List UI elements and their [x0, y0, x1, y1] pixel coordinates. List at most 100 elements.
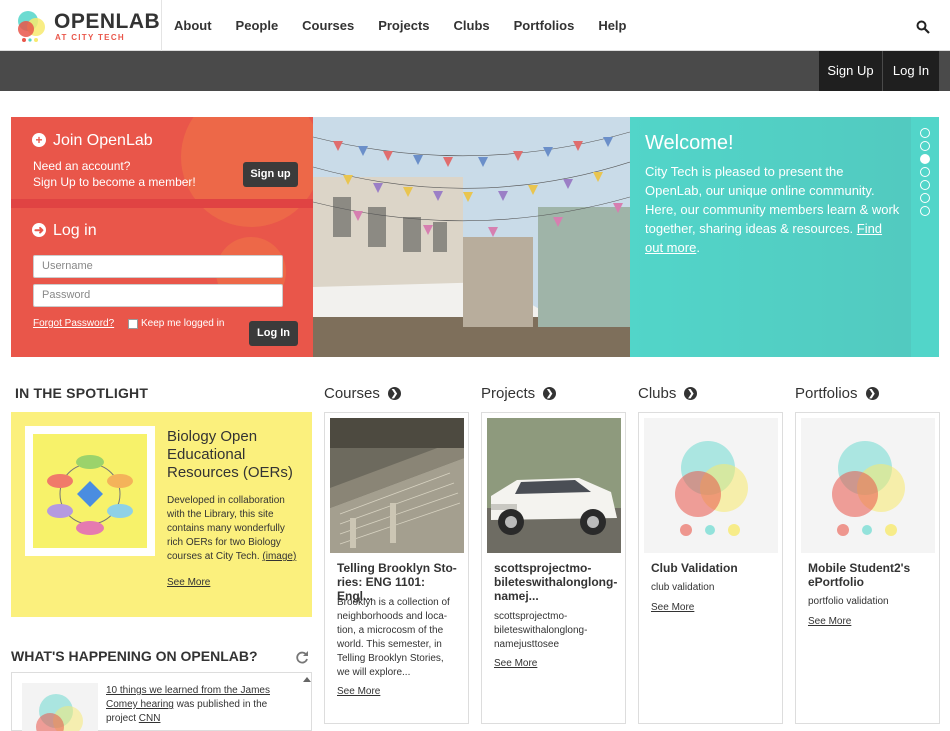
scroll-up-arrow[interactable] — [303, 677, 311, 682]
portfolio-title[interactable]: Mobile Student2's ePortfolio — [808, 561, 930, 589]
spotlight-image-link[interactable]: (image) — [262, 551, 296, 562]
welcome-panel: Welcome! City Tech is pleased to present… — [630, 117, 911, 357]
slider-pagination — [911, 117, 939, 357]
white-car-image — [487, 418, 621, 553]
portfolios-heading[interactable]: Portfolios ❯ — [795, 385, 879, 402]
slide-dot-3[interactable] — [920, 154, 930, 164]
chevron-right-icon: ❯ — [543, 387, 557, 400]
slide-dot-4[interactable] — [920, 167, 930, 177]
courses-heading[interactable]: Courses ❯ — [324, 385, 401, 402]
portfolio-description: portfolio validation — [808, 596, 889, 607]
panel-divider — [11, 199, 313, 208]
keep-logged-in-checkbox[interactable] — [128, 318, 138, 329]
portfolio-see-more-link[interactable]: See More — [808, 616, 851, 627]
openlab-logo[interactable]: OPENLAB AT CITY TECH — [14, 8, 164, 44]
spotlight-title[interactable]: Biology Open Educational Resources (OERs… — [167, 428, 307, 482]
refresh-icon[interactable] — [295, 650, 309, 664]
keep-logged-in[interactable]: Keep me logged in — [128, 318, 224, 329]
project-description: scottsprojectmo­bileteswithalonglong­nam… — [494, 611, 588, 650]
happening-heading: WHAT'S HAPPENING ON OPENLAB? — [11, 648, 258, 664]
city-model-image — [330, 418, 464, 553]
courses-heading-label: Courses — [324, 385, 380, 402]
nav-clubs[interactable]: Clubs — [442, 0, 502, 51]
forgot-password-link[interactable]: Forgot Password? — [33, 318, 114, 329]
logo-bubbles-icon — [18, 11, 45, 42]
club-see-more-link[interactable]: See More — [651, 602, 694, 613]
bubbles-avatar-icon — [36, 694, 83, 731]
clubs-heading[interactable]: Clubs ❯ — [638, 385, 698, 402]
login-heading: ➜ Log in — [32, 222, 97, 240]
club-title[interactable]: Club Validation — [651, 561, 773, 575]
nav-about[interactable]: About — [162, 0, 224, 51]
bubbles-placeholder-icon — [801, 418, 935, 553]
join-line-2: Sign Up to become a member! — [33, 175, 196, 189]
club-image[interactable] — [644, 418, 778, 553]
scientific-method-diagram-image — [33, 434, 147, 548]
join-heading: + Join OpenLab — [32, 132, 153, 150]
street-scene-image — [313, 117, 630, 357]
join-description: Need an account? Sign Up to become a mem… — [33, 158, 223, 190]
portfolios-heading-label: Portfolios — [795, 385, 858, 402]
course-description: Brooklyn is a collection of neighborhood… — [337, 597, 450, 678]
join-title-text: Join OpenLab — [53, 132, 153, 149]
spotlight-see-more-link[interactable]: See More — [167, 577, 210, 588]
chevron-right-icon: ❯ — [865, 387, 879, 400]
club-description: club validation — [651, 582, 715, 593]
keep-logged-in-label: Keep me logged in — [141, 318, 225, 329]
password-input[interactable]: Password — [33, 284, 283, 307]
slide-dot-5[interactable] — [920, 180, 930, 190]
welcome-text: City Tech is pleased to present the Open… — [645, 164, 900, 255]
slide-dot-6[interactable] — [920, 193, 930, 203]
sign-up-button[interactable]: Sign up — [243, 162, 298, 187]
activity-thumbnail[interactable] — [22, 683, 98, 731]
project-card: scottsprojectmo­bileteswithalonglong­nam… — [481, 412, 626, 724]
join-login-panel: + Join OpenLab Need an account? Sign Up t… — [11, 117, 313, 357]
login-title-text: Log in — [53, 222, 97, 239]
activity-project-link[interactable]: CNN — [139, 713, 161, 724]
spotlight-image[interactable] — [25, 426, 155, 556]
account-bar: Sign Up Log In — [0, 51, 950, 91]
club-card: Club Validation club validation See More — [638, 412, 783, 724]
slide-dot-2[interactable] — [920, 141, 930, 151]
slide-dot-7[interactable] — [920, 206, 930, 216]
welcome-title: Welcome! — [645, 132, 734, 154]
log-in-button[interactable]: Log In — [249, 321, 298, 346]
logo-name: OPENLAB — [54, 10, 161, 33]
logo-subtitle: AT CITY TECH — [55, 33, 125, 42]
nav-courses[interactable]: Courses — [290, 0, 366, 51]
nav-people[interactable]: People — [224, 0, 291, 51]
portfolio-card: Mobile Student2's ePortfolio portfolio v… — [795, 412, 940, 724]
search-icon[interactable] — [916, 20, 930, 34]
bubbles-placeholder-icon — [644, 418, 778, 553]
nav-portfolios[interactable]: Portfolios — [502, 0, 587, 51]
plus-icon: + — [32, 133, 46, 147]
spotlight-card: Biology Open Educational Resources (OERs… — [11, 412, 312, 617]
spotlight-heading: IN THE SPOTLIGHT — [15, 385, 149, 401]
activity-text: 10 things we learned from the James Come… — [106, 684, 291, 726]
projects-heading-label: Projects — [481, 385, 536, 402]
spotlight-description: Developed in collaboration with the Libr… — [167, 494, 302, 564]
main-menu: About People Courses Projects Clubs Port… — [162, 0, 638, 51]
activity-feed: 10 things we learned from the James Come… — [11, 672, 312, 731]
course-card: Telling Brooklyn Sto­ries: ENG 1101: Eng… — [324, 412, 469, 724]
portfolio-image[interactable] — [801, 418, 935, 553]
slide-dot-1[interactable] — [920, 128, 930, 138]
course-image[interactable] — [330, 418, 464, 553]
nav-projects[interactable]: Projects — [366, 0, 441, 51]
join-line-1: Need an account? — [33, 159, 131, 173]
chevron-right-icon: ❯ — [684, 387, 698, 400]
arrow-right-icon: ➜ — [32, 223, 46, 237]
hero-image — [313, 117, 630, 357]
top-navigation: OPENLAB AT CITY TECH About People Course… — [0, 0, 950, 51]
project-see-more-link[interactable]: See More — [494, 658, 537, 669]
username-input[interactable]: Username — [33, 255, 283, 278]
nav-help[interactable]: Help — [586, 0, 638, 51]
course-see-more-link[interactable]: See More — [337, 686, 380, 697]
log-in-link[interactable]: Log In — [883, 51, 939, 91]
chevron-right-icon: ❯ — [387, 387, 401, 400]
sign-up-link[interactable]: Sign Up — [819, 51, 882, 91]
project-title[interactable]: scottsprojectmo­bileteswithalonglong­nam… — [494, 561, 617, 603]
project-image[interactable] — [487, 418, 621, 553]
clubs-heading-label: Clubs — [638, 385, 677, 402]
projects-heading[interactable]: Projects ❯ — [481, 385, 557, 402]
